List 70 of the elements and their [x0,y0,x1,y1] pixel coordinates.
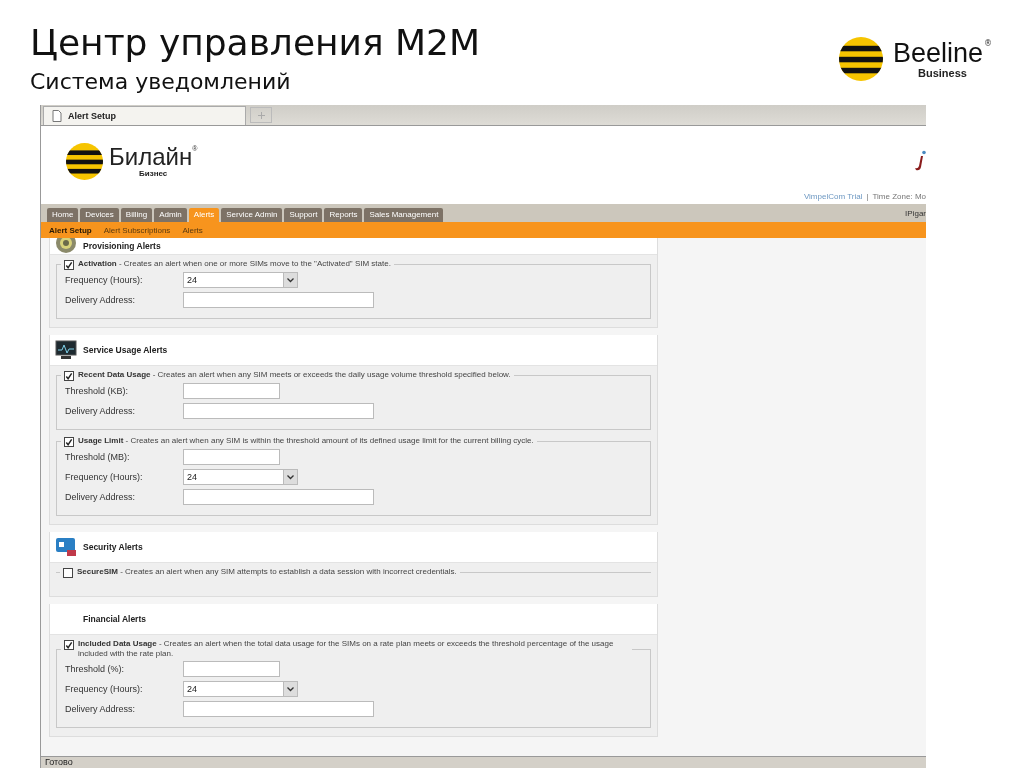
input-field[interactable] [183,701,374,717]
nav-tab[interactable]: Billing [120,208,153,222]
account-link[interactable]: VimpelCom Trial [803,192,863,201]
checkbox[interactable] [64,640,74,650]
logo-tagline: Business [918,67,967,79]
partner-logo-icon [914,150,926,172]
user-name: IPigar [905,208,926,218]
section-title: Service Usage Alerts [83,345,168,355]
section-title: Security Alerts [83,542,143,552]
input-field[interactable] [183,489,374,505]
status-text: Готово [45,757,73,767]
logo-icon [66,142,103,180]
input-field[interactable] [183,403,374,419]
field-label: Frequency (Hours): [65,275,144,285]
logo-icon [838,37,883,81]
input-field[interactable] [183,383,280,399]
input-field[interactable] [183,661,280,677]
subnav-tab[interactable]: Alert Subscriptions [103,225,171,235]
logo-tagline: Бизнес [139,168,168,178]
page-icon [52,110,62,122]
alert-description: Activation - Creates an alert when one or more SIMs move to the "Activated" SIM state. [78,259,391,269]
plus-icon [257,111,265,119]
checkbox[interactable] [63,568,73,578]
checkbox[interactable] [64,437,74,447]
frequency-dropdown[interactable]: 24 [183,681,298,697]
nav-tab[interactable]: Support [284,208,323,222]
field-label: Threshold (%): [65,664,126,674]
caret-icon [287,686,294,692]
alert-description: SecureSIM - Creates an alert when any SIM attempts to establish a data session with incorrect credentials. [77,567,457,577]
subnav-tab[interactable]: Alert Setup [49,225,92,235]
id-card-icon [55,536,77,558]
alert-description: Included Data Usage - Creates an alert when the total data usage for the SIMs on a rate plan meets or exceeds the threshold percentage of the usage included with the rate plan. [78,639,615,659]
field-label: Threshold (MB): [65,452,131,462]
section-title: Financial Alerts [83,614,146,624]
slide-title: Центр управления M2M [30,22,481,64]
field-label: Delivery Address: [65,406,137,416]
separator: | [866,192,869,201]
checkbox[interactable] [64,260,74,270]
slide-subtitle: Система уведомлений [30,68,292,96]
browser-tab[interactable]: Alert Setup [43,106,246,125]
nav-tab[interactable]: Devices [80,208,119,222]
subnav-tab[interactable]: Alerts [182,225,203,235]
field-label: Delivery Address: [65,704,137,714]
time-zone: Time Zone: Mo [872,192,926,201]
alert-description: Usage Limit - Creates an alert when any SIM is within the threshold amount of its defined usage limit for the current billing cycle. [78,436,534,446]
field-label: Frequency (Hours): [65,684,144,694]
nav-tab[interactable]: Service Admin [221,208,283,222]
field-label: Delivery Address: [65,295,137,305]
checkbox[interactable] [64,371,74,381]
logo-name: Beeline [892,39,983,67]
field-label: Threshold (KB): [65,386,130,396]
caret-icon [287,277,294,283]
monitor-icon [55,339,77,361]
logo-name: Билайн [109,144,193,169]
field-label: Delivery Address: [65,492,137,502]
section-title: Provisioning Alerts [83,241,161,251]
field-label: Frequency (Hours): [65,472,144,482]
registered-mark: ® [984,39,992,48]
nav-tab[interactable]: Sales Management [364,208,444,222]
dial-icon [55,238,77,254]
frequency-dropdown[interactable]: 24 [183,272,298,288]
caret-icon [287,474,294,480]
nav-tab[interactable]: Reports [324,208,363,222]
frequency-dropdown[interactable]: 24 [183,469,298,485]
input-field[interactable] [183,292,374,308]
nav-tab[interactable]: Home [47,208,79,222]
alert-description: Recent Data Usage - Creates an alert when any SIM meets or exceeds the daily usage volume threshold specified below. [78,370,511,380]
nav-tab[interactable]: Admin [154,208,187,222]
new-tab-button[interactable] [250,107,272,123]
input-field[interactable] [183,449,280,465]
